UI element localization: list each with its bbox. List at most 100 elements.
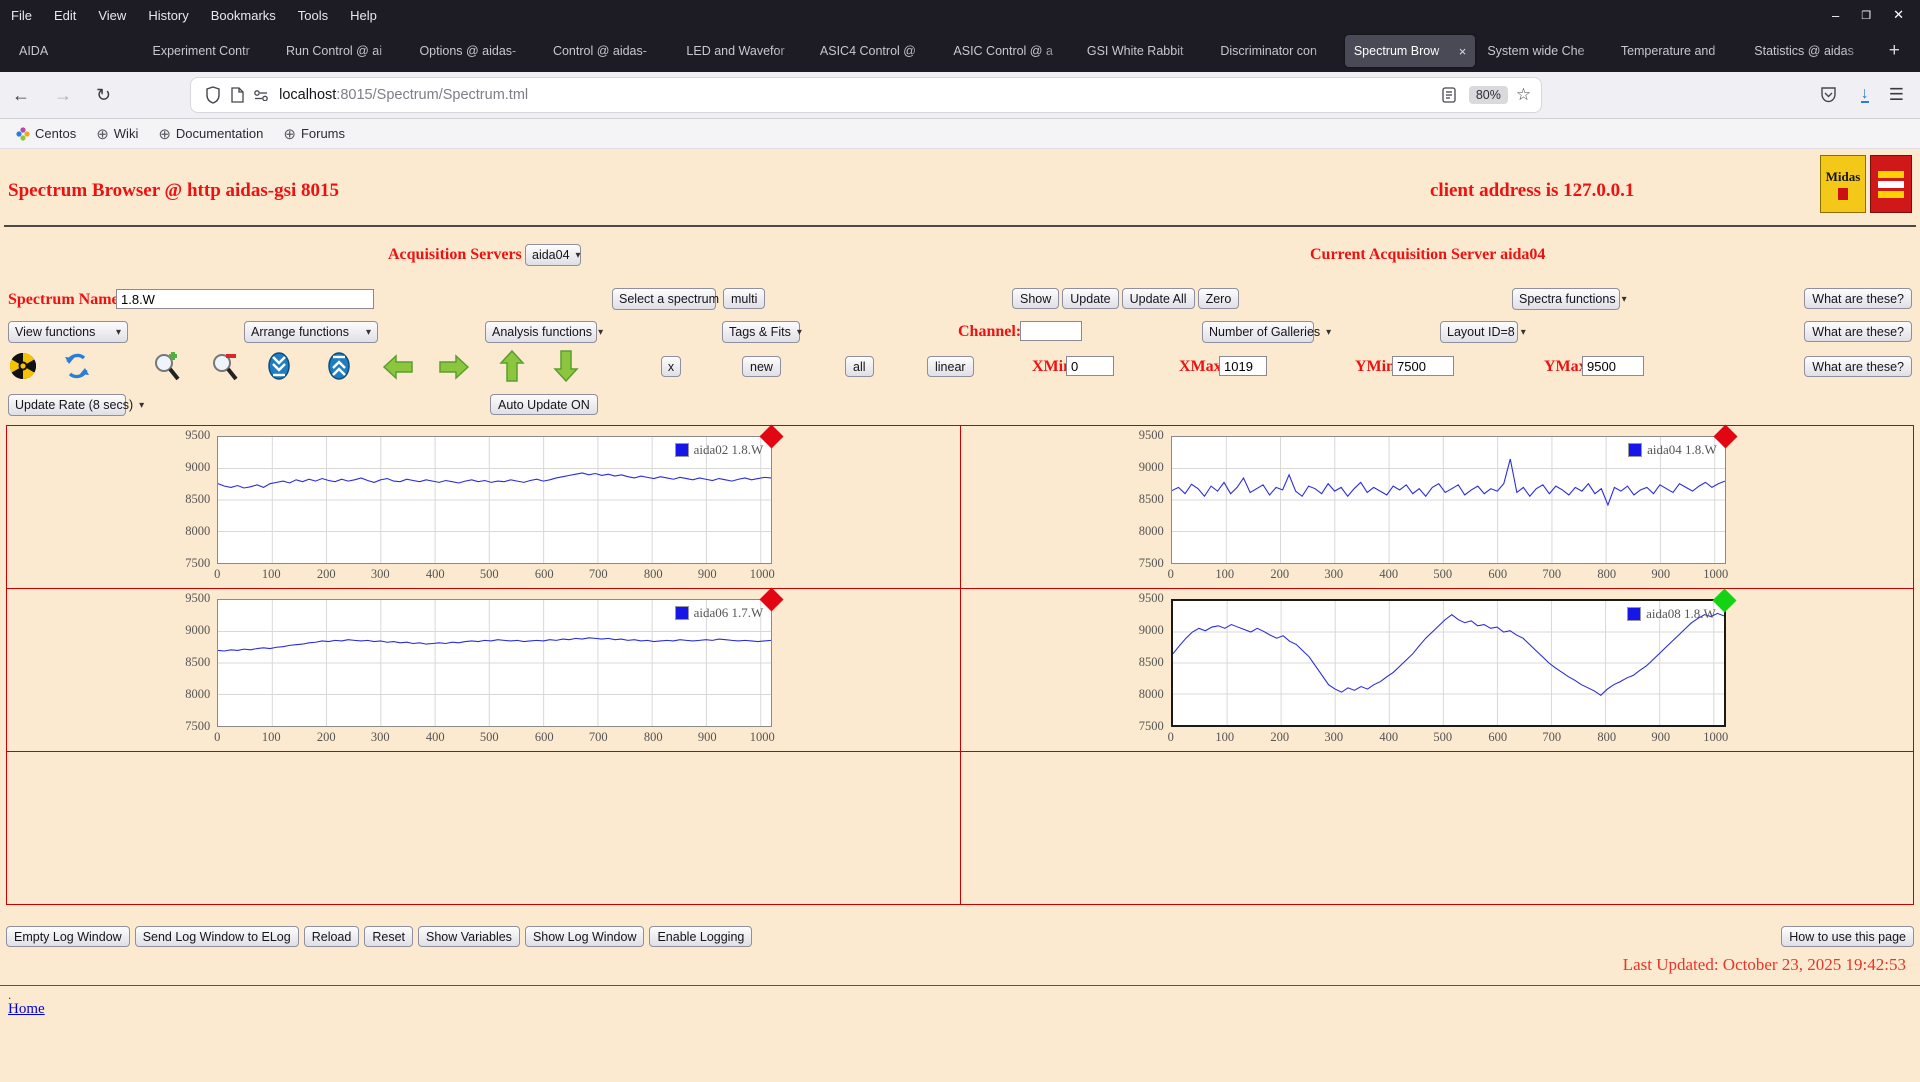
- update-all-button[interactable]: Update All: [1121, 288, 1195, 309]
- forward-icon[interactable]: →: [42, 85, 84, 106]
- menu-file[interactable]: File: [0, 8, 43, 23]
- x-scale-button[interactable]: x: [661, 356, 681, 377]
- pocket-icon[interactable]: [1817, 83, 1841, 107]
- acquisition-server-select[interactable]: aida04 ▾: [525, 244, 581, 266]
- gallery-cell-empty[interactable]: [6, 751, 961, 905]
- reset-button[interactable]: Reset: [364, 926, 413, 947]
- spectra-functions-select[interactable]: Spectra functions ▾: [1512, 288, 1627, 310]
- tags-fits-select[interactable]: Tags & Fits ▾: [722, 321, 802, 343]
- shield-icon[interactable]: [201, 83, 225, 107]
- downloads-icon[interactable]: ↓: [1860, 86, 1869, 103]
- arrow-down-icon[interactable]: [552, 349, 580, 383]
- bookmark-documentation[interactable]: ⊕ Documentation: [150, 125, 271, 143]
- help-button[interactable]: How to use this page: [1781, 926, 1914, 947]
- menu-bookmarks[interactable]: Bookmarks: [200, 8, 287, 23]
- multi-button[interactable]: multi: [723, 288, 766, 309]
- browser-tab[interactable]: Run Control @ ai: [277, 35, 407, 67]
- url-bar[interactable]: localhost:8015/Spectrum/Spectrum.tml 80%…: [191, 78, 1542, 112]
- number-of-galleries-select[interactable]: Number of Galleries ▾: [1202, 321, 1331, 343]
- maximize-button[interactable]: ❐: [1861, 9, 1871, 22]
- zoom-in-icon[interactable]: [150, 351, 182, 383]
- plot-area[interactable]: aida02 1.8.W: [217, 424, 784, 564]
- zoom-level-badge[interactable]: 80%: [1468, 86, 1508, 104]
- browser-tab[interactable]: Statistics @ aidas: [1745, 35, 1875, 67]
- gallery-cell[interactable]: aida04 1.8.W 7500 8000 8500 9000 9500 0 100 200 3…: [959, 424, 1914, 589]
- browser-tab[interactable]: Control @ aidas-: [544, 35, 674, 67]
- enable-logging-button[interactable]: Enable Logging: [649, 926, 753, 947]
- zero-button[interactable]: Zero: [1197, 288, 1240, 309]
- gallery-cell[interactable]: aida08 1.8.W 7500 8000 8500 9000 9500 0 100 200 3…: [959, 588, 1914, 752]
- menu-tools[interactable]: Tools: [287, 8, 339, 23]
- browser-tab[interactable]: Temperature and: [1612, 35, 1742, 67]
- spectrum-name-input[interactable]: [116, 289, 374, 309]
- channel-input[interactable]: [1020, 321, 1082, 341]
- layout-id-select[interactable]: Layout ID=8 ▾: [1440, 321, 1526, 343]
- auto-update-button[interactable]: Auto Update ON: [490, 394, 598, 415]
- show-button[interactable]: Show: [1012, 288, 1060, 309]
- what-are-these-button-1[interactable]: What are these?: [1804, 288, 1912, 309]
- update-button[interactable]: Update: [1062, 288, 1119, 309]
- browser-tab[interactable]: Spectrum Brow ×: [1344, 35, 1476, 67]
- bookmark-forums[interactable]: ⊕ Forums: [275, 125, 353, 143]
- show-log-window-button[interactable]: Show Log Window: [524, 926, 645, 947]
- ymax-input[interactable]: [1582, 356, 1644, 376]
- browser-tab[interactable]: ASIC Control @ a: [944, 35, 1074, 67]
- update-rate-select[interactable]: Update Rate (8 secs) ▾: [8, 394, 144, 416]
- gallery-cell-empty[interactable]: [959, 751, 1914, 905]
- menu-history[interactable]: History: [137, 8, 199, 23]
- refresh-icon[interactable]: [62, 351, 92, 381]
- reload-button[interactable]: Reload: [303, 926, 360, 947]
- spectrum-chart[interactable]: aida04 1.8.W 7500 8000 8500 9000 9500 0 100 200 3…: [1127, 424, 1747, 588]
- browser-tab[interactable]: LED and Wavefor: [677, 35, 807, 67]
- bookmark-wiki[interactable]: ⊕ Wiki: [88, 125, 146, 143]
- browser-tab[interactable]: AIDA: [10, 35, 140, 67]
- browser-tab[interactable]: GSI White Rabbit: [1078, 35, 1208, 67]
- linear-button[interactable]: linear: [927, 356, 974, 377]
- menu-view[interactable]: View: [87, 8, 137, 23]
- close-button[interactable]: ✕: [1893, 7, 1904, 23]
- gallery-cell[interactable]: aida02 1.8.W 7500 8000 8500 9000 9500 0 100 200 3…: [6, 424, 961, 589]
- all-button[interactable]: all: [845, 356, 874, 377]
- reload-icon[interactable]: ↻: [84, 85, 123, 106]
- view-functions-select[interactable]: View functions ▾: [8, 321, 128, 343]
- select-spectrum-select[interactable]: Select a spectrum▾: [612, 288, 730, 310]
- browser-tab[interactable]: System wide Che: [1478, 35, 1608, 67]
- new-tab-button[interactable]: +: [1879, 40, 1910, 62]
- what-are-these-button-3[interactable]: What are these?: [1804, 356, 1912, 377]
- show-variables-button[interactable]: Show Variables: [418, 926, 520, 947]
- plot-area[interactable]: aida06 1.7.W: [217, 587, 784, 727]
- compress-vertical-icon[interactable]: [264, 351, 294, 381]
- analysis-functions-select[interactable]: Analysis functions ▾: [485, 321, 603, 343]
- reader-mode-icon[interactable]: [1437, 83, 1461, 107]
- browser-tab[interactable]: Discriminator con: [1211, 35, 1341, 67]
- expand-vertical-icon[interactable]: [324, 351, 354, 381]
- xmin-input[interactable]: [1066, 356, 1114, 376]
- spectrum-chart[interactable]: aida02 1.8.W 7500 8000 8500 9000 9500 0 100 200 3…: [173, 424, 793, 588]
- menu-edit[interactable]: Edit: [43, 8, 87, 23]
- bookmark-centos[interactable]: Centos: [8, 126, 84, 141]
- spectrum-chart[interactable]: aida06 1.7.W 7500 8000 8500 9000 9500 0 100 200 3…: [173, 587, 793, 751]
- send-log-window-to-elog-button[interactable]: Send Log Window to ELog: [134, 926, 299, 947]
- minimize-button[interactable]: –: [1832, 8, 1839, 23]
- home-link[interactable]: Home: [8, 1001, 45, 1018]
- arrow-left-icon[interactable]: [382, 353, 414, 381]
- back-icon[interactable]: ←: [0, 85, 42, 106]
- plot-area[interactable]: aida08 1.8.W: [1170, 588, 1737, 727]
- page-info-icon[interactable]: [225, 83, 249, 107]
- permissions-icon[interactable]: [249, 83, 273, 107]
- menu-help[interactable]: Help: [339, 8, 388, 23]
- close-tab-icon[interactable]: ×: [1459, 44, 1467, 59]
- app-menu-icon[interactable]: ☰: [1889, 85, 1904, 105]
- browser-tab[interactable]: Experiment Contr: [143, 35, 273, 67]
- browser-tab[interactable]: ASIC4 Control @: [811, 35, 941, 67]
- empty-log-window-button[interactable]: Empty Log Window: [6, 926, 130, 947]
- gallery-cell[interactable]: aida06 1.7.W 7500 8000 8500 9000 9500 0 100 200 3…: [6, 587, 961, 752]
- zoom-out-icon[interactable]: [208, 351, 240, 383]
- arrow-right-icon[interactable]: [438, 353, 470, 381]
- plot-area[interactable]: aida04 1.8.W: [1170, 424, 1738, 564]
- arrange-functions-select[interactable]: Arrange functions ▾: [244, 321, 378, 343]
- bookmark-star-icon[interactable]: ☆: [1516, 85, 1531, 105]
- ymin-input[interactable]: [1392, 356, 1454, 376]
- radiation-icon[interactable]: [8, 351, 38, 381]
- what-are-these-button-2[interactable]: What are these?: [1804, 321, 1912, 342]
